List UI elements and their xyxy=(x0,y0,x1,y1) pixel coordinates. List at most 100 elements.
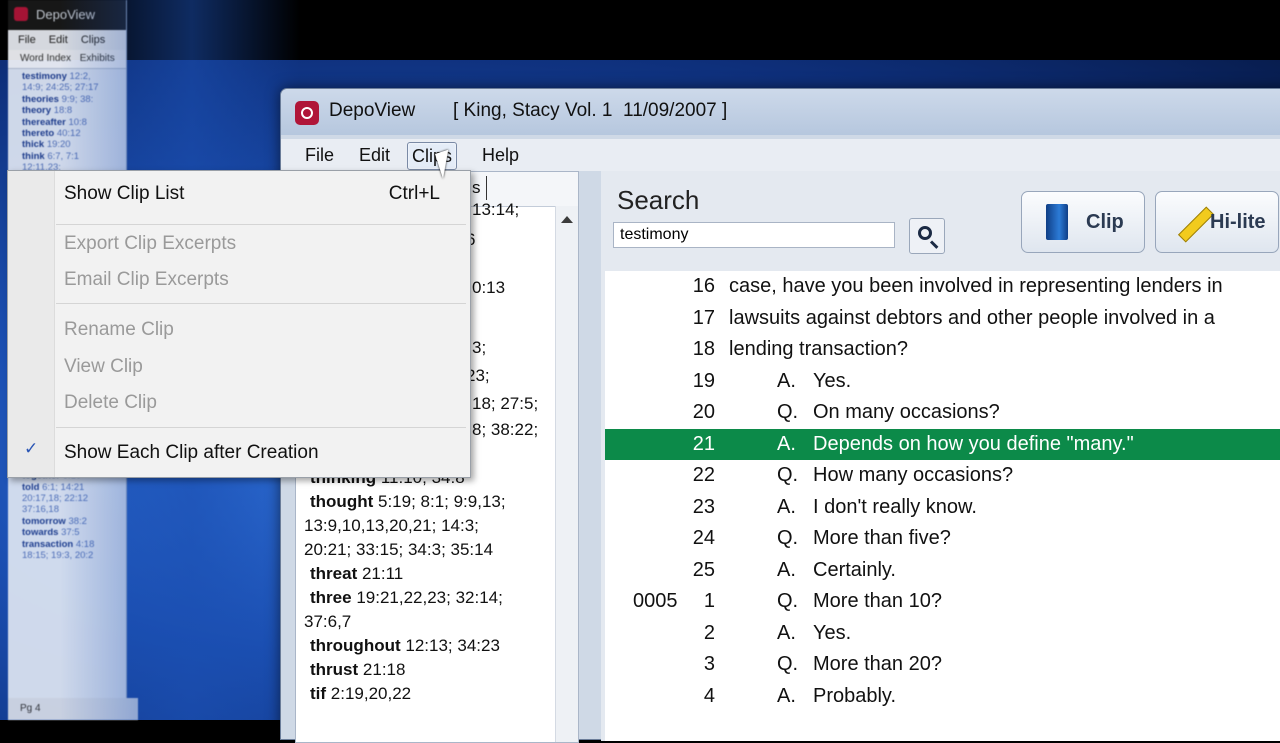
tab-exhibits[interactable]: s xyxy=(472,178,481,198)
search-input[interactable] xyxy=(613,222,895,248)
transcript-line[interactable]: 24 Q. More than five? xyxy=(605,523,1280,555)
menu-delete-clip[interactable]: Delete Clip xyxy=(64,388,157,418)
word-index-row[interactable]: 0:13 xyxy=(472,276,505,299)
speaker-label: Q. xyxy=(777,401,799,423)
transcript-view[interactable]: 16 case, have you been involved in repres… xyxy=(605,271,1280,741)
line-number: 21 xyxy=(692,432,715,455)
bg-word: testimony xyxy=(22,71,70,82)
bg-word-index-row: thereafter 10:8 xyxy=(22,117,126,128)
menu-show-clip-list[interactable]: Show Clip List xyxy=(64,179,184,209)
word-index-row[interactable]: 37:6,7 xyxy=(304,610,351,633)
menu-view-clip[interactable]: View Clip xyxy=(64,352,143,382)
bg-word-pages: 19:20 xyxy=(46,139,71,151)
index-pages[interactable]: 0:13 xyxy=(472,278,505,297)
menu-help[interactable]: Help xyxy=(478,142,523,168)
title-bar[interactable]: DepoView [ King, Stacy Vol. 1 11/09/2007… xyxy=(281,89,1280,135)
search-button[interactable] xyxy=(909,218,945,254)
testimony-text: case, have you been involved in represen… xyxy=(729,275,1223,297)
index-pages[interactable]: 21:18 xyxy=(363,660,406,679)
menu-email-clip-excerpts[interactable]: Email Clip Excerpts xyxy=(64,265,229,295)
transcript-line[interactable]: 20 Q. On many occasions? xyxy=(605,397,1280,429)
index-pages[interactable]: 21:11 xyxy=(362,564,403,583)
bg-word-index-row: theory 18:8 xyxy=(22,105,126,116)
word-index-row[interactable]: thought 5:19; 8:1; 9:9,13; xyxy=(310,490,506,513)
index-pages[interactable]: 2:19,20,22 xyxy=(331,684,411,703)
index-pages[interactable]: 18; 27:5; xyxy=(472,394,538,413)
index-word[interactable]: threat xyxy=(310,564,357,583)
word-index-row[interactable]: 18; 27:5; xyxy=(472,392,538,415)
word-index-row[interactable]: 8; 38:22; xyxy=(472,418,538,441)
word-index-row[interactable]: throughout 12:13; 34:23 xyxy=(310,634,500,657)
bg-word: towards xyxy=(22,527,62,539)
pencil-icon xyxy=(1177,206,1215,243)
menu-separator xyxy=(56,427,466,428)
index-word[interactable]: thrust xyxy=(310,660,358,679)
index-word[interactable]: thought xyxy=(310,492,373,511)
transcript-line[interactable]: 4 A. Probably. xyxy=(605,681,1280,713)
testimony-text: More than 10? xyxy=(813,590,942,612)
word-index-row[interactable]: 13:14; xyxy=(472,198,519,221)
index-word[interactable]: tif xyxy=(310,684,326,703)
transcript-line[interactable]: 22 Q. How many occasions? xyxy=(605,460,1280,492)
word-index-row[interactable]: tif 2:19,20,22 xyxy=(310,682,411,705)
index-pages[interactable]: 3; xyxy=(472,338,486,357)
index-word[interactable]: throughout xyxy=(310,636,401,655)
menu-edit[interactable]: Edit xyxy=(355,142,394,168)
bg-word-index-row: transaction 4:18 xyxy=(22,539,126,550)
index-pages[interactable]: 19:21,22,23; 32:14; xyxy=(356,588,503,607)
testimony-text: Certainly. xyxy=(813,558,896,581)
background-window-menubar: File Edit Clips xyxy=(8,30,126,50)
bg-word-index-row: 18:15; 19:3, 20:2 xyxy=(22,550,126,561)
index-pages[interactable]: 8; 38:22; xyxy=(472,420,538,439)
index-pages[interactable]: 5:19; 8:1; 9:9,13; xyxy=(378,492,506,511)
word-index-row[interactable]: 3; xyxy=(472,336,486,359)
word-index-row[interactable]: three 19:21,22,23; 32:14; xyxy=(310,586,503,609)
background-window-title: DepoView xyxy=(36,7,96,22)
index-word[interactable]: three xyxy=(310,588,352,607)
menu-export-clip-excerpts[interactable]: Export Clip Excerpts xyxy=(64,229,236,259)
transcript-line[interactable]: 2 A. Yes. xyxy=(605,618,1280,650)
transcript-line[interactable]: 25 A. Certainly. xyxy=(605,555,1280,587)
checkmark-icon: ✓ xyxy=(24,439,39,458)
transcript-line[interactable]: 0005 1 Q. More than 10? xyxy=(605,586,1280,618)
bg-word-index-row: tomorrow 38:2 xyxy=(22,516,126,527)
line-number: 16 xyxy=(692,275,715,297)
speaker-label: A. xyxy=(777,684,796,707)
testimony-text: Yes. xyxy=(813,369,852,392)
bg-word: thereto xyxy=(22,128,57,140)
menu-show-each-clip-after-creation[interactable]: Show Each Clip after Creation xyxy=(64,438,319,468)
word-index-row[interactable]: threat 21:11 xyxy=(310,562,403,585)
line-number: 3 xyxy=(703,653,715,675)
index-pages[interactable]: 12:13; 34:23 xyxy=(405,636,500,655)
line-number: 23 xyxy=(692,495,715,518)
index-pages[interactable]: 20:21; 33:15; 34:3; 35:14 xyxy=(304,540,493,559)
hilite-button[interactable]: Hi-lite xyxy=(1155,191,1279,253)
transcript-line[interactable]: 17 lawsuits against debtors and other peo… xyxy=(605,303,1280,335)
speaker-label: Q. xyxy=(777,464,799,486)
index-pages[interactable]: 13:9,10,13,20,21; 14:3; xyxy=(304,516,479,535)
menu-rename-clip[interactable]: Rename Clip xyxy=(64,315,174,345)
clip-button[interactable]: Clip xyxy=(1021,191,1145,253)
bg-word: theory xyxy=(22,105,54,117)
testimony-text: Depends on how you define "many." xyxy=(813,432,1134,455)
word-index-row[interactable]: 20:21; 33:15; 34:3; 35:14 xyxy=(304,538,493,561)
menu-file[interactable]: File xyxy=(301,142,338,168)
transcript-line[interactable]: 19 A. Yes. xyxy=(605,366,1280,398)
word-index-row[interactable]: 13:9,10,13,20,21; 14:3; xyxy=(304,514,479,537)
word-index-scrollbar[interactable] xyxy=(555,206,578,742)
highlighted-transcript-line[interactable]: 21 A. Depends on how you define "many." xyxy=(605,428,1280,460)
bg-word-pages: 38:2 xyxy=(68,515,87,527)
index-pages[interactable]: 13:14; xyxy=(472,200,519,219)
word-index-row[interactable]: thrust 21:18 xyxy=(310,658,405,681)
menu-separator xyxy=(56,224,466,225)
index-pages[interactable]: 37:6,7 xyxy=(304,612,351,631)
transcript-line[interactable]: 3 Q. More than 20? xyxy=(605,649,1280,681)
bg-word-pages: 9:9; 38: xyxy=(61,93,94,105)
testimony-text: More than five? xyxy=(813,527,951,549)
bg-word-pages: 12:2, xyxy=(69,71,91,82)
transcript-line[interactable]: 16 case, have you been involved in repres… xyxy=(605,271,1280,303)
bg-word-pages: 20:17,18; 22:12 xyxy=(22,493,89,505)
transcript-line[interactable]: 18 lending transaction? xyxy=(605,334,1280,366)
transcript-line[interactable]: 23 A. I don't really know. xyxy=(605,492,1280,524)
scroll-up-arrow-icon[interactable] xyxy=(561,216,573,223)
